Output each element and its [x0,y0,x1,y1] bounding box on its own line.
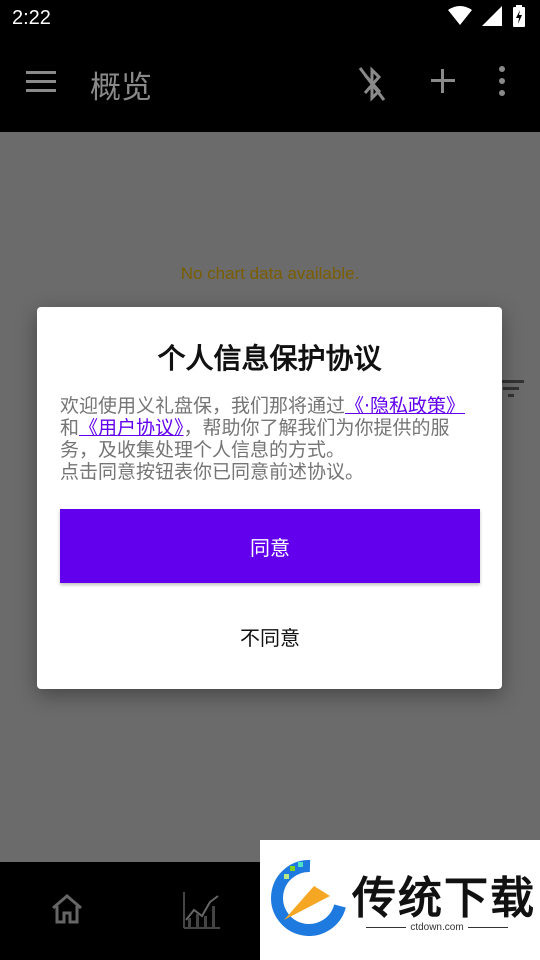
watermark-brand: 传统下载 [352,873,536,924]
user-agreement-link[interactable]: 《用户协议》 [79,417,184,439]
dialog-title: 个人信息保护协议 [157,342,382,375]
battery-charging-icon [512,5,526,31]
watermark-logo-icon [270,859,346,940]
signal-icon [482,6,502,30]
home-icon[interactable] [50,894,84,928]
disagree-button[interactable]: 不同意 [60,601,480,671]
wifi-icon [448,6,472,30]
dialog-body: 欢迎使用义礼盘保，我们那将通过《·隐私政策》和《用户协议》，帮助你了解我们为你提… [60,395,484,483]
more-vert-icon[interactable] [496,64,508,102]
dialog-body-note: 点击同意按钮表你已同意前述协议。 [60,461,365,483]
empty-chart-message: No chart data available. [180,264,360,283]
bluetooth-disabled-icon[interactable] [356,64,388,108]
privacy-dialog: 个人信息保护协议 欢迎使用义礼盘保，我们那将通过《·隐私政策》和《用户协议》，帮… [37,307,502,689]
chart-icon[interactable] [182,890,222,934]
watermark: 传统下载 ctdown.com [260,840,540,960]
agree-button[interactable]: 同意 [60,509,480,583]
watermark-url: ctdown.com [352,922,522,933]
status-time: 2:22 [12,6,51,29]
dialog-body-text: 欢迎使用义礼盘保，我们那将通过 [60,395,346,417]
status-bar: 2:22 [0,0,540,36]
menu-icon[interactable] [26,70,58,98]
add-icon[interactable] [428,66,458,100]
status-icons [448,5,526,31]
dialog-body-text: 和 [60,417,80,439]
privacy-policy-link[interactable]: 《·隐私政策》 [345,395,465,417]
filter-icon[interactable] [498,378,526,404]
page-title: 概览 [90,70,152,106]
app-bar: 概览 [0,36,540,132]
